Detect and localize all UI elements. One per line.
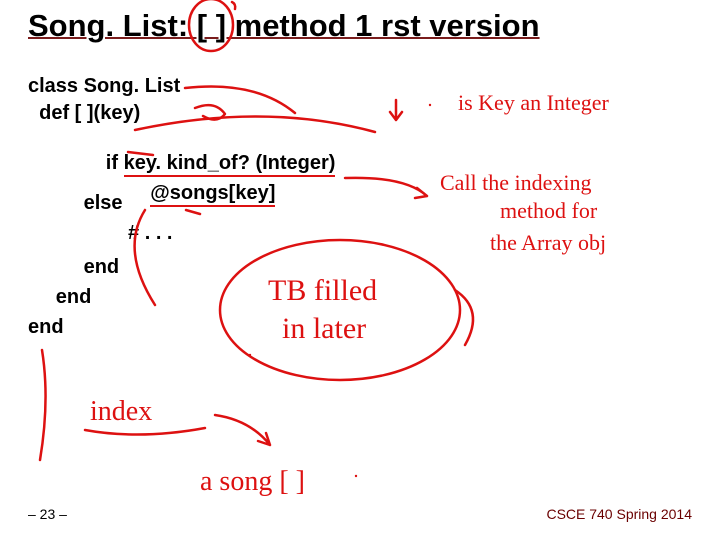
loop-icon: [195, 105, 225, 119]
curl-icon: [455, 290, 473, 345]
arrow-down-icon: [390, 100, 402, 120]
arrow-2-icon: [345, 178, 427, 198]
note-tb: TB filled: [268, 274, 377, 307]
note-index: index: [90, 396, 152, 427]
slide: Song. List: [ ] method 1 rst version cla…: [0, 0, 720, 540]
note-method: method for: [500, 198, 598, 223]
code-line-1: class Song. List: [28, 75, 180, 98]
code-line-9: end: [28, 316, 64, 339]
course-footer: CSCE 740 Spring 2014: [546, 506, 692, 522]
index-underline-icon: [85, 428, 205, 435]
title-text: Song. List: [ ] method 1 rst version: [28, 8, 540, 43]
slide-title: Song. List: [ ] method 1 rst version: [28, 8, 540, 44]
note-call: Call the indexing: [440, 170, 592, 195]
code-line-6: # . . .: [28, 222, 172, 245]
margin-stroke-icon: [40, 350, 46, 460]
code-line-2: def [ ](key): [28, 102, 140, 125]
arrow-1-icon: [185, 86, 295, 113]
note-later: in later: [282, 312, 366, 345]
arrow-3-icon: [215, 415, 270, 445]
code-line-5: else: [28, 192, 123, 215]
code-line-8: end: [28, 286, 91, 309]
big-oval-icon: [220, 240, 460, 380]
code-line-7: end: [28, 256, 119, 279]
note-array: the Array obj: [490, 230, 606, 255]
note-iskey: is Key an Integer: [458, 90, 610, 115]
page-number: – 23 –: [28, 506, 67, 522]
note-asong: a song [ ]: [200, 466, 305, 497]
